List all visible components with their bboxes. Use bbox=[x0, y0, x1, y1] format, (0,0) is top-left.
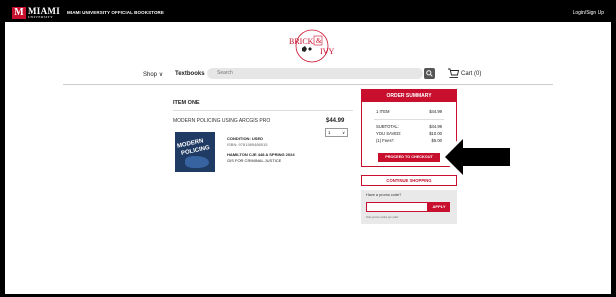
chevron-down-icon: ∨ bbox=[342, 130, 345, 135]
miami-logo[interactable]: M MIAMI UNIVERSITY bbox=[12, 6, 60, 20]
promo-label: Have a promo code? bbox=[366, 193, 402, 197]
promo-note: Note promo codes per order bbox=[366, 216, 399, 219]
cart-link[interactable]: Cart (0) bbox=[461, 71, 481, 77]
brand-word2: IVY bbox=[320, 47, 334, 56]
item-details: CONDITION: USED ISBN: 9781589486515 bbox=[227, 136, 267, 147]
apply-promo-button[interactable]: APPLY bbox=[428, 202, 450, 212]
summary-fees-row: (1) Fees*: $5.00 bbox=[376, 138, 442, 143]
order-summary-heading: ORDER SUMMARY bbox=[362, 90, 456, 102]
summary-fees-label: (1) Fees*: bbox=[376, 138, 395, 143]
course-description: GIS FOR CRIMINAL JUSTICE bbox=[227, 157, 282, 163]
brand-word1: BRICK bbox=[289, 37, 314, 46]
course-code: HAMILTON CJE 448 A SPRING 2024 bbox=[227, 152, 295, 157]
summary-items-value: $44.99 bbox=[429, 109, 442, 114]
summary-items-label: 1 ITEM bbox=[376, 109, 390, 114]
top-bar: M MIAMI UNIVERSITY MIAMI UNIVERSITY OFFI… bbox=[5, 4, 611, 22]
browser-page: M MIAMI UNIVERSITY MIAMI UNIVERSITY OFFI… bbox=[5, 4, 611, 294]
search-placeholder: Search bbox=[217, 70, 233, 76]
logo-text: MIAMI UNIVERSITY bbox=[28, 6, 60, 20]
annotation-arrow-icon bbox=[440, 132, 514, 182]
item-heading: ITEM ONE bbox=[173, 100, 200, 106]
cover-map-graphic bbox=[185, 156, 209, 168]
proceed-to-checkout-button[interactable]: PROCEED TO CHECKOUT bbox=[378, 153, 440, 162]
summary-saved-label: YOU SAVED: bbox=[376, 131, 402, 136]
promo-code-panel: Have a promo code? APPLY Note promo code… bbox=[361, 190, 457, 224]
summary-items-row: 1 ITEM $44.99 bbox=[376, 109, 442, 114]
item-divider bbox=[173, 110, 353, 111]
search-button[interactable] bbox=[424, 68, 435, 79]
summary-saved-row: YOU SAVED: $10.00 bbox=[376, 131, 442, 136]
nav-textbooks[interactable]: Textbooks bbox=[175, 71, 205, 83]
quantity-select[interactable]: 1 ∨ bbox=[325, 128, 348, 137]
cart-icon[interactable] bbox=[447, 67, 459, 79]
store-title: MIAMI UNIVERSITY OFFICIAL BOOKSTORE bbox=[67, 10, 165, 15]
search-icon bbox=[426, 70, 433, 77]
chevron-down-icon: ∨ bbox=[158, 72, 164, 78]
login-signup-link[interactable]: Login/Sign Up bbox=[573, 10, 604, 16]
course-info: HAMILTON CJE 448 A SPRING 2024 GIS FOR C… bbox=[227, 152, 295, 163]
summary-subtotal-value: $44.99 bbox=[429, 124, 442, 129]
summary-subtotal-row: SUBTOTAL: $44.99 bbox=[376, 124, 442, 129]
item-price: $44.99 bbox=[326, 118, 345, 124]
quantity-value: 1 bbox=[328, 130, 331, 135]
promo-code-input[interactable] bbox=[366, 202, 428, 212]
item-isbn: ISBN: 9781589486515 bbox=[227, 141, 268, 147]
summary-subtotal-label: SUBTOTAL: bbox=[376, 124, 399, 129]
summary-divider bbox=[374, 119, 444, 120]
nav-shop-label: Shop bbox=[143, 72, 158, 78]
nav-shop[interactable]: Shop ∨ bbox=[143, 71, 163, 83]
brand-amp: & bbox=[316, 37, 322, 45]
item-condition: CONDITION: USED bbox=[227, 136, 263, 141]
item-title[interactable]: MODERN POLICING USING ARCGIS PRO bbox=[173, 118, 270, 124]
search-input[interactable]: Search bbox=[207, 68, 423, 79]
header-divider bbox=[63, 84, 553, 85]
logo-mark: M bbox=[12, 7, 26, 19]
logo-line2: UNIVERSITY bbox=[28, 14, 53, 19]
book-cover-image[interactable]: MODERN POLICING bbox=[175, 132, 215, 172]
brick-and-ivy-logo[interactable]: BRICK & IVY bbox=[286, 29, 338, 63]
